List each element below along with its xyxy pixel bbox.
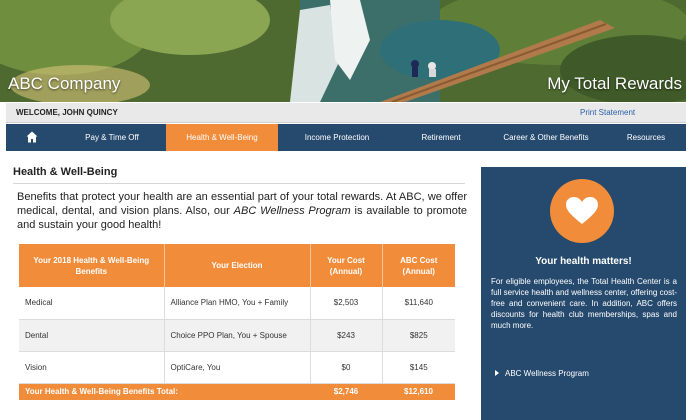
header-your-cost: Your Cost (Annual) [310,244,383,287]
cell-benefit: Vision [19,351,165,384]
company-name: ABC Company [8,74,121,93]
print-statement-link[interactable]: Print Statement [580,108,635,117]
intro-program-name: ABC Wellness Program [233,205,351,217]
page-title: My Total Rewards [547,74,682,93]
benefits-table: Your 2018 Health & Well-Being Benefits Y… [19,244,455,400]
header-election: Your Election [164,244,311,287]
health-sidebar: Your health matters! For eligible employ… [481,167,686,420]
cell-your-cost: $2,503 [310,287,383,320]
cell-your-cost: $243 [310,319,383,352]
bullet-arrow-icon [495,370,499,376]
sidebar-heading: Your health matters! [535,256,632,267]
wellness-program-link[interactable]: ABC Wellness Program [495,369,589,378]
nav-resources[interactable]: Resources [606,124,686,151]
nav-home[interactable] [6,124,58,151]
cell-abc-cost: $145 [382,351,455,384]
main-nav: Pay & Time Off Health & Well-Being Incom… [6,124,686,151]
header-benefits: Your 2018 Health & Well-Being Benefits [19,244,165,287]
nav-retirement[interactable]: Retirement [396,124,486,151]
table-row: Medical Alliance Plan HMO, You + Family … [19,287,455,320]
cell-election: Choice PPO Plan, You + Spouse [164,319,311,352]
cell-election: Alliance Plan HMO, You + Family [164,287,311,320]
home-icon [26,131,38,143]
header-abc-cost: ABC Cost (Annual) [382,244,455,287]
nav-pay-time-off[interactable]: Pay & Time Off [58,124,166,151]
total-label: Your Health & Well-Being Benefits Total: [19,383,310,400]
wellness-program-link-label: ABC Wellness Program [505,369,589,378]
intro-paragraph: Benefits that protect your health are an… [17,190,467,232]
heart-badge [550,179,614,243]
section-divider [13,183,465,184]
nav-career-other-benefits[interactable]: Career & Other Benefits [486,124,606,151]
section-title: Health & Well-Being [13,166,118,178]
welcome-bar: WELCOME, JOHN QUINCY Print Statement [6,103,686,123]
cell-abc-cost: $825 [382,319,455,352]
cell-abc-cost: $11,640 [382,287,455,320]
table-header-row: Your 2018 Health & Well-Being Benefits Y… [19,244,455,287]
total-your-cost: $2,746 [310,383,382,400]
cell-election: OptiCare, You [164,351,311,384]
welcome-text: WELCOME, JOHN QUINCY [16,108,118,117]
sidebar-body: For eligible employees, the Total Health… [491,277,677,330]
nav-income-protection[interactable]: Income Protection [278,124,396,151]
nav-health-well-being[interactable]: Health & Well-Being [166,124,278,151]
heart-icon [566,197,598,224]
table-total-row: Your Health & Well-Being Benefits Total:… [19,383,455,400]
cell-benefit: Dental [19,319,165,352]
cell-benefit: Medical [19,287,165,320]
total-abc-cost: $12,610 [382,383,455,400]
cell-your-cost: $0 [310,351,383,384]
header-banner: ABC Company My Total Rewards [0,0,686,102]
table-row: Dental Choice PPO Plan, You + Spouse $24… [19,319,455,352]
table-row: Vision OptiCare, You $0 $145 [19,351,455,384]
